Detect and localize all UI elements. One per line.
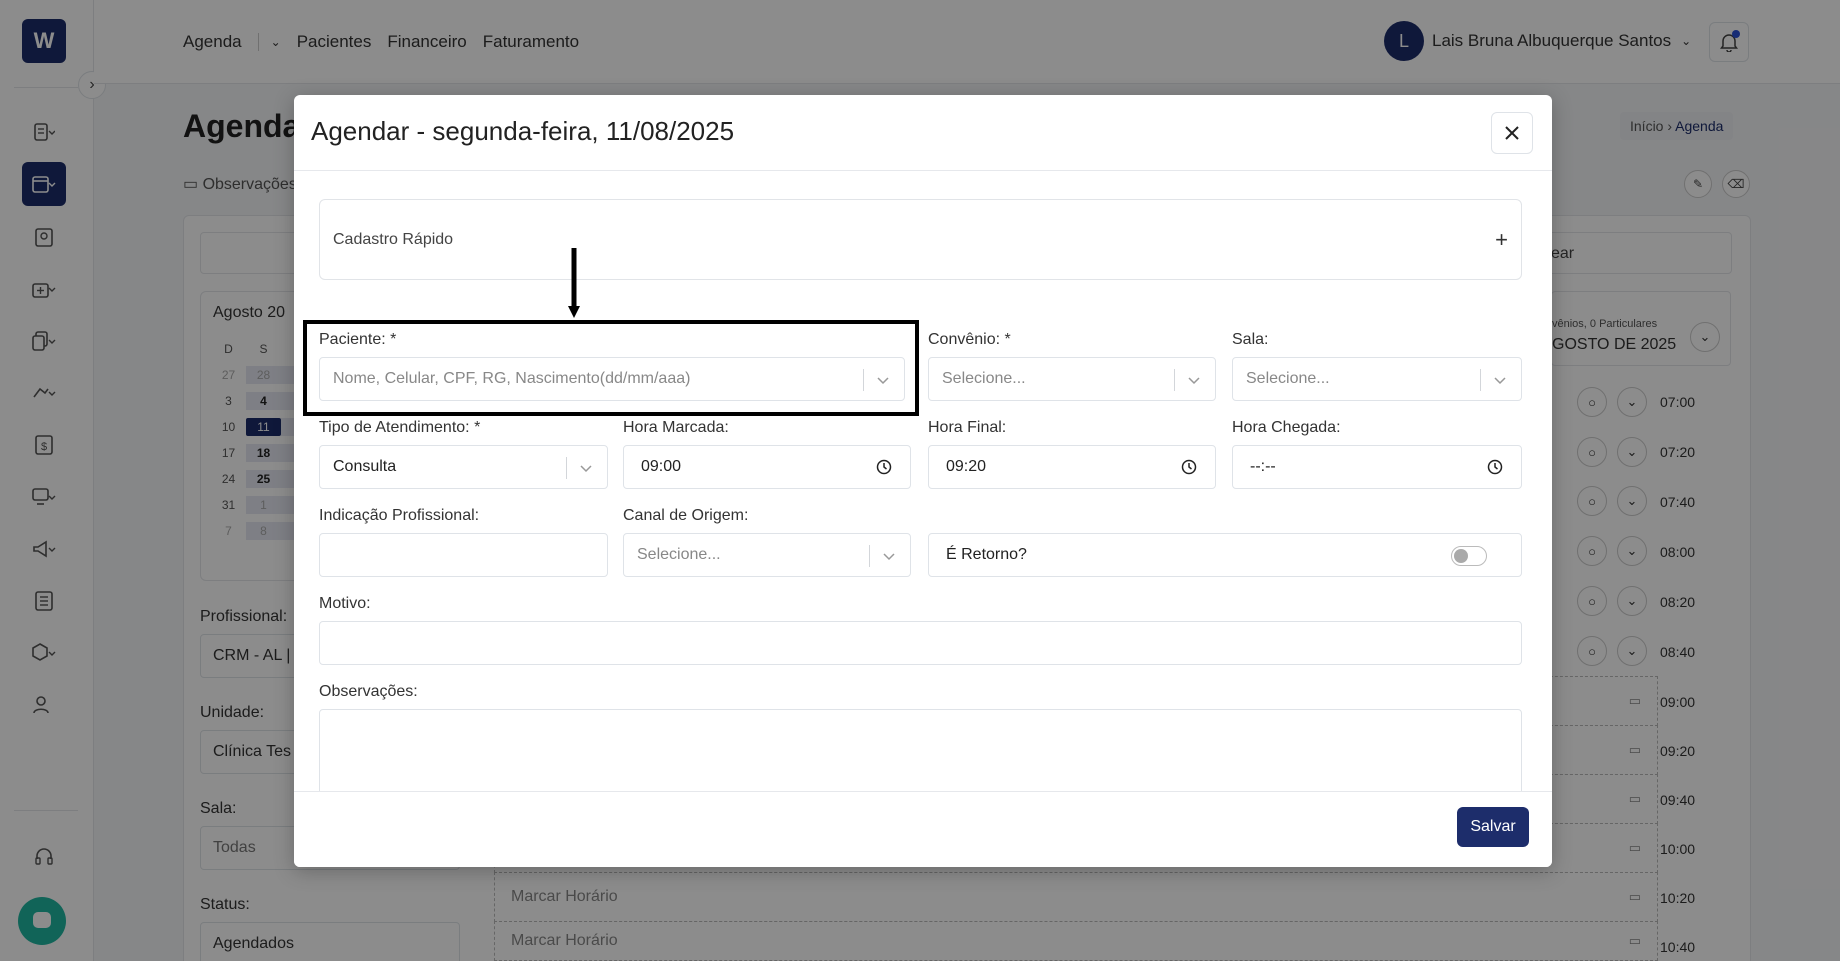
canal-origem-label: Canal de Origem: xyxy=(623,507,749,524)
retorno-field: É Retorno? xyxy=(928,533,1522,577)
hora-chegada-value: --:-- xyxy=(1250,458,1276,475)
tipo-atendimento-label: Tipo de Atendimento: * xyxy=(319,419,481,436)
close-button[interactable] xyxy=(1491,112,1533,154)
indicacao-profissional-input[interactable] xyxy=(319,533,608,577)
retorno-toggle[interactable] xyxy=(1451,546,1487,566)
modal-footer: Salvar xyxy=(294,791,1552,867)
select-separator xyxy=(566,457,567,479)
observacoes-label: Observações: xyxy=(319,683,418,700)
paciente-select[interactable]: Nome, Celular, CPF, RG, Nascimento(dd/mm… xyxy=(319,357,905,401)
modal-title: Agendar - segunda-feira, 11/08/2025 xyxy=(311,116,735,146)
canal-origem-select[interactable]: Selecione... xyxy=(623,533,911,577)
chevron-down-icon xyxy=(883,553,895,561)
hora-marcada-input[interactable]: 09:00 xyxy=(623,445,911,489)
plus-icon: + xyxy=(1495,226,1508,252)
hora-final-label: Hora Final: xyxy=(928,419,1007,436)
chevron-down-icon xyxy=(1494,377,1506,385)
hora-chegada-label: Hora Chegada: xyxy=(1232,419,1341,436)
indicacao-profissional-label: Indicação Profissional: xyxy=(319,507,480,524)
select-separator xyxy=(869,545,870,567)
paciente-placeholder: Nome, Celular, CPF, RG, Nascimento(dd/mm… xyxy=(333,370,691,387)
convenio-select[interactable]: Selecione... xyxy=(928,357,1216,401)
save-button[interactable]: Salvar xyxy=(1457,807,1529,847)
paciente-label: Paciente: * xyxy=(319,331,397,348)
sala-select[interactable]: Selecione... xyxy=(1232,357,1522,401)
canal-origem-placeholder: Selecione... xyxy=(637,546,721,563)
convenio-placeholder: Selecione... xyxy=(942,370,1026,387)
convenio-label: Convênio: * xyxy=(928,331,1011,348)
tipo-atendimento-select[interactable]: Consulta xyxy=(319,445,608,489)
select-separator xyxy=(1174,369,1175,391)
clock-icon[interactable] xyxy=(876,459,892,475)
hora-marcada-label: Hora Marcada: xyxy=(623,419,729,436)
sala-label: Sala: xyxy=(1232,331,1269,348)
sala-placeholder: Selecione... xyxy=(1246,370,1330,387)
modal-body: Cadastro Rápido + Paciente: * Nome, Celu… xyxy=(294,171,1552,791)
schedule-modal: Agendar - segunda-feira, 11/08/2025 Cada… xyxy=(294,95,1552,867)
tipo-atendimento-value: Consulta xyxy=(333,458,397,475)
hora-final-input[interactable]: 09:20 xyxy=(928,445,1216,489)
chevron-down-icon xyxy=(1188,377,1200,385)
quick-register-accordion[interactable]: Cadastro Rápido + xyxy=(319,199,1522,280)
chevron-down-icon xyxy=(580,465,592,473)
retorno-label: É Retorno? xyxy=(946,546,1027,563)
chevron-down-icon xyxy=(877,377,889,385)
modal-header: Agendar - segunda-feira, 11/08/2025 xyxy=(294,95,1552,171)
observacoes-textarea[interactable] xyxy=(319,709,1522,791)
arrow-down-icon xyxy=(568,248,580,318)
hora-marcada-value: 09:00 xyxy=(641,458,682,475)
motivo-input[interactable] xyxy=(319,621,1522,665)
select-separator xyxy=(1480,369,1481,391)
select-separator xyxy=(863,369,864,391)
clock-icon[interactable] xyxy=(1487,459,1503,475)
motivo-label: Motivo: xyxy=(319,595,371,612)
quick-register-label: Cadastro Rápido xyxy=(333,230,454,248)
hora-final-value: 09:20 xyxy=(946,458,987,475)
hora-chegada-input[interactable]: --:-- xyxy=(1232,445,1522,489)
close-icon xyxy=(1505,126,1519,140)
clock-icon[interactable] xyxy=(1181,459,1197,475)
